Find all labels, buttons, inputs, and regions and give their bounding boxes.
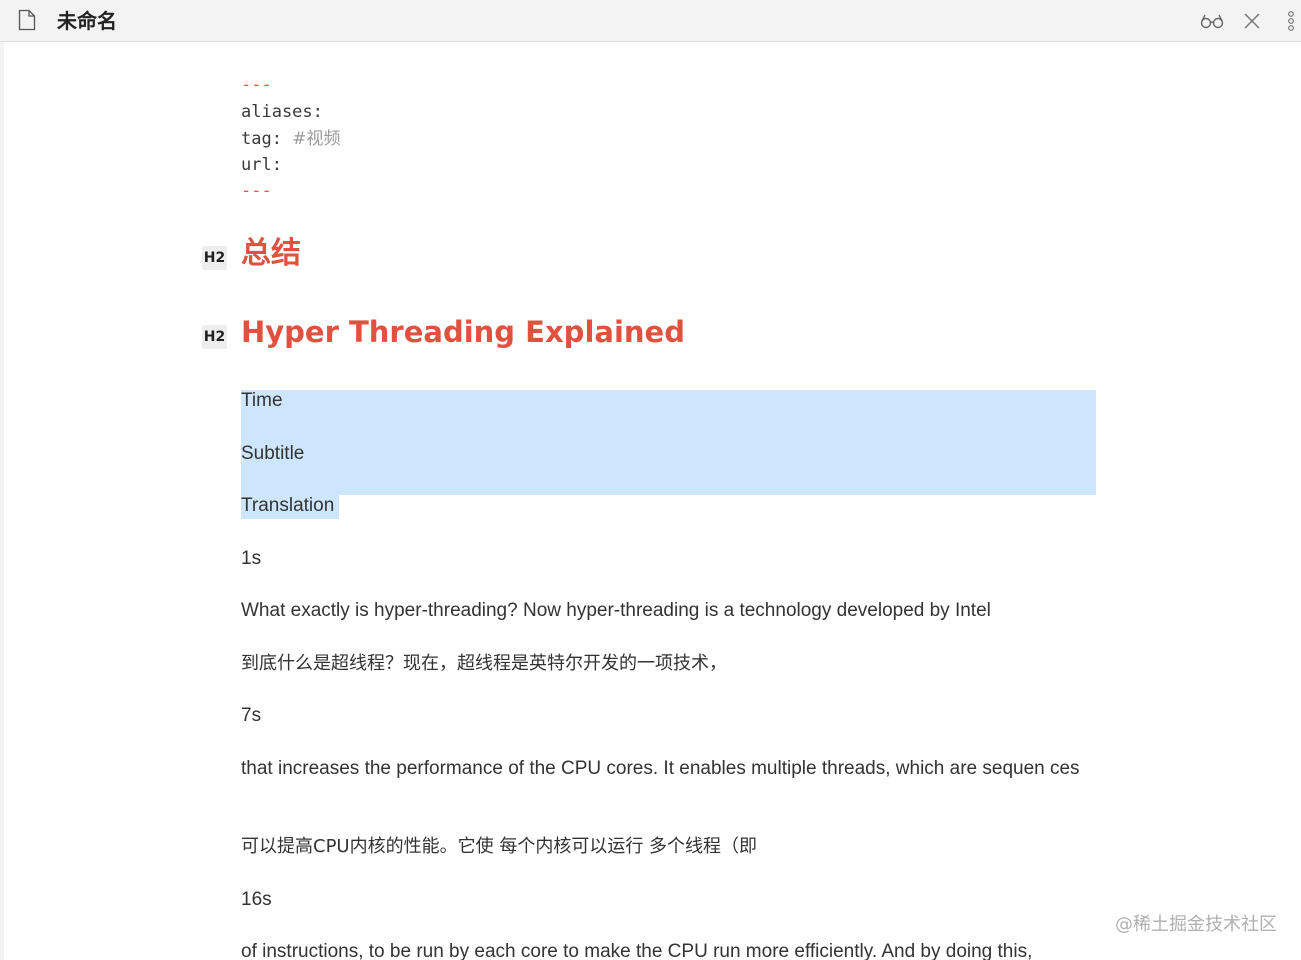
paragraph[interactable]: Time (241, 388, 1096, 414)
frontmatter-url[interactable]: url: (241, 152, 282, 178)
frontmatter-open[interactable]: --- (241, 72, 272, 98)
editor-window: 未命名 --- aliases: tag: #视频 url: --- H2 总结… (0, 0, 1301, 960)
paragraph[interactable]: 7s (241, 703, 1096, 729)
heading-summary[interactable]: 总结 (241, 234, 301, 274)
frontmatter-tag[interactable]: tag: #视频 (241, 126, 340, 152)
editor-content[interactable]: --- aliases: tag: #视频 url: --- H2 总结 H2 … (0, 42, 1301, 960)
paragraph[interactable]: Translation (241, 493, 1096, 519)
title-bar: 未命名 (0, 0, 1301, 42)
paragraph[interactable]: 16s (241, 887, 1096, 913)
paragraph[interactable]: What exactly is hyper-threading? Now hyp… (241, 598, 1096, 624)
paragraph[interactable]: 1s (241, 546, 1096, 572)
frontmatter-close[interactable]: --- (241, 178, 272, 204)
paragraph[interactable]: 到底什么是超线程？现在，超线程是英特尔开发的一项技术， (241, 651, 1096, 677)
paragraph[interactable]: that increases the performance of the CP… (241, 756, 1091, 782)
heading-hyper-threading[interactable]: Hyper Threading Explained (241, 313, 685, 351)
frontmatter-tag-key: tag: (241, 129, 282, 149)
frontmatter-aliases[interactable]: aliases: (241, 99, 323, 125)
glasses-icon[interactable] (1200, 10, 1224, 32)
more-vertical-icon[interactable] (1286, 10, 1296, 32)
document-icon (18, 9, 36, 31)
tag-link[interactable]: #视频 (292, 129, 340, 149)
watermark: @稀土掘金技术社区 (1115, 914, 1277, 935)
document-title[interactable]: 未命名 (57, 9, 117, 33)
paragraph[interactable]: 可以提高CPU内核的性能。它使 每个内核可以运行 多个线程（即 (241, 834, 1096, 860)
close-icon[interactable] (1241, 10, 1265, 32)
heading-level-badge: H2 (202, 325, 227, 349)
paragraph[interactable]: Subtitle (241, 441, 1096, 467)
heading-level-badge: H2 (202, 246, 227, 270)
paragraph[interactable]: of instructions, to be run by each core … (241, 939, 1096, 960)
